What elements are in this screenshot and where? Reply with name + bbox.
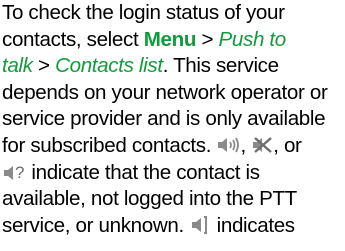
text-segment: To check the login status of your (2, 1, 285, 24)
text-segment: contacts, select (2, 27, 144, 51)
text-line-1: To check the login status of your (2, 0, 345, 27)
speaker-sound-waves-icon (216, 135, 240, 155)
text-segment: for subscribed contacts. (2, 133, 217, 157)
text-line-8: available, not logged into the PTT (2, 186, 345, 213)
text-segment: service, or unknown. (2, 213, 190, 237)
text-segment: , or (273, 133, 302, 157)
help-text: To check the login status of your contac… (2, 0, 345, 239)
path-separator: > (196, 27, 219, 51)
text-line-2: contacts, select Menu > Push to (2, 27, 345, 54)
text-segment: indicates (211, 213, 296, 237)
contacts-list-link[interactable]: Contacts list (55, 54, 163, 77)
text-line-6: for subscribed contacts. , , or (2, 133, 345, 160)
text-segment: available, not logged into the PTT (2, 187, 297, 211)
speaker-bracket-icon (189, 215, 211, 235)
text-segment: indicate that the contact is (26, 160, 260, 184)
text-line-7: ? indicate that the contact is (2, 160, 345, 187)
text-line-5: service provider and is only available (2, 106, 345, 133)
text-line-4: depends on your network operator or (2, 80, 345, 107)
menu-link[interactable]: Menu (144, 28, 197, 51)
svg-text:?: ? (15, 163, 24, 182)
speaker-crossed-icon (251, 135, 273, 155)
text-segment: , (240, 133, 252, 157)
speaker-question-icon: ? (2, 162, 26, 182)
text-segment: depends on your network operator or (2, 80, 328, 104)
push-to-talk-link-part-2[interactable]: talk (2, 54, 33, 77)
push-to-talk-link-part-1[interactable]: Push to (219, 28, 287, 51)
text-segment: . This service (162, 54, 279, 78)
text-segment: service provider and is only available (2, 107, 326, 131)
text-line-9: service, or unknown. indicates (2, 213, 345, 240)
path-separator: > (32, 54, 56, 78)
text-line-3: talk > Contacts list. This service (2, 53, 345, 80)
